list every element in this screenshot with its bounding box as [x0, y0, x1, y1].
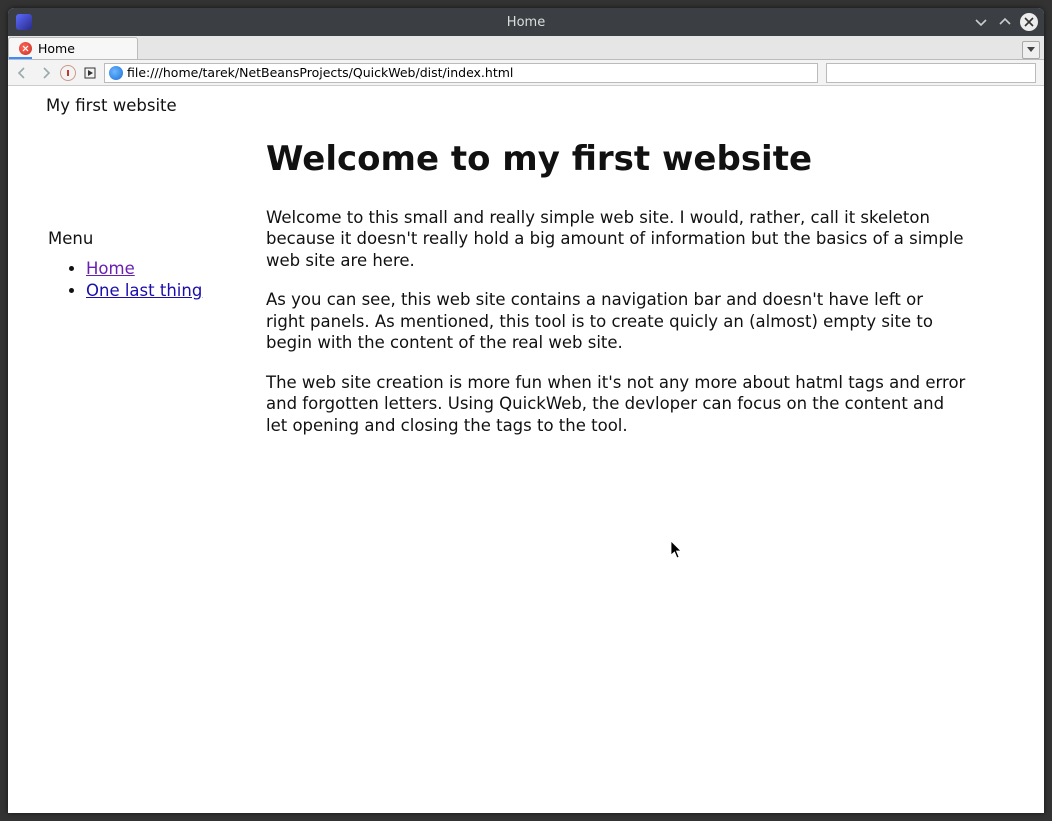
- window-controls: [972, 13, 1038, 31]
- tab-overflow-button[interactable]: [1022, 41, 1040, 59]
- window-minimize-button[interactable]: [972, 13, 990, 31]
- paragraph: The web site creation is more fun when i…: [266, 372, 966, 436]
- sidebar-title: Menu: [48, 229, 256, 248]
- window-titlebar: Home: [8, 8, 1044, 36]
- sidebar-menu: Home One last thing: [48, 258, 256, 303]
- url-text: file:///home/tarek/NetBeansProjects/Quic…: [127, 65, 513, 80]
- reload-button[interactable]: [80, 63, 100, 83]
- search-bar[interactable]: [826, 63, 1036, 83]
- sidebar-link-one-last-thing[interactable]: One last thing: [86, 281, 202, 300]
- sidebar-link-home[interactable]: Home: [86, 259, 135, 278]
- sidebar: Menu Home One last thing: [8, 229, 256, 454]
- tab-label: Home: [38, 41, 75, 56]
- navigation-toolbar: file:///home/tarek/NetBeansProjects/Quic…: [8, 60, 1044, 86]
- page-body: Menu Home One last thing Welcome to my f…: [8, 139, 1044, 454]
- paragraph: As you can see, this web site contains a…: [266, 289, 966, 353]
- sidebar-item: One last thing: [86, 280, 256, 302]
- page-content: My first website Menu Home One last thin…: [8, 86, 1044, 813]
- browser-window: Home Home: [8, 8, 1044, 813]
- page-heading: Welcome to my first website: [266, 139, 1004, 179]
- paragraph: Welcome to this small and really simple …: [266, 207, 966, 271]
- tab-home[interactable]: Home: [8, 37, 138, 59]
- forward-button[interactable]: [36, 63, 56, 83]
- window-title: Home: [8, 15, 1044, 30]
- globe-icon: [109, 66, 123, 80]
- window-close-button[interactable]: [1020, 13, 1038, 31]
- url-bar[interactable]: file:///home/tarek/NetBeansProjects/Quic…: [104, 63, 818, 83]
- tab-close-icon[interactable]: [19, 42, 32, 55]
- stop-button[interactable]: [60, 65, 76, 81]
- tab-progress-indicator: [9, 57, 32, 59]
- main-content: Welcome to my first website Welcome to t…: [256, 139, 1044, 454]
- sidebar-item: Home: [86, 258, 256, 280]
- back-button[interactable]: [12, 63, 32, 83]
- tab-bar: Home: [8, 36, 1044, 60]
- site-header-title: My first website: [46, 96, 1044, 115]
- window-maximize-button[interactable]: [996, 13, 1014, 31]
